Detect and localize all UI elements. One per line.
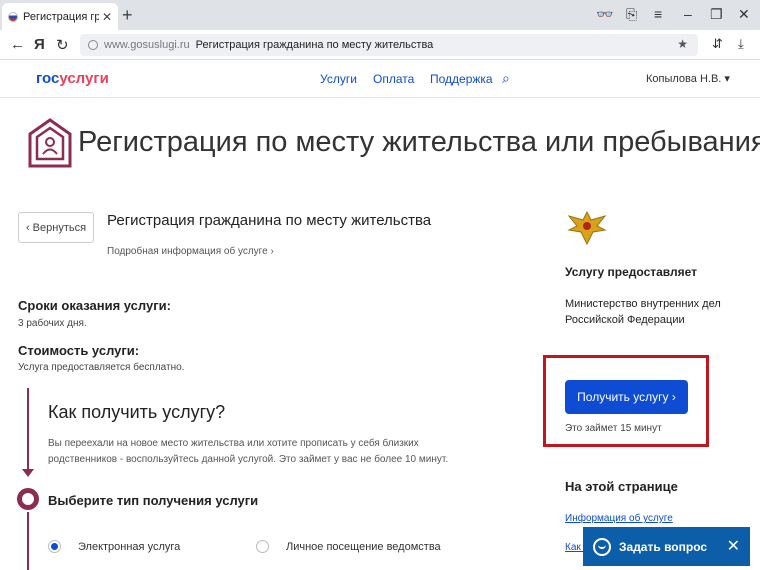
page-title: Регистрация по месту жительства или преб… [78, 126, 760, 158]
search-icon[interactable]: ⌕ [502, 70, 510, 87]
new-tab-icon[interactable]: + [122, 5, 133, 26]
url-title: Регистрация гражданина по месту жительст… [195, 39, 434, 51]
radio-electronic-label[interactable]: Электронная услуга [78, 541, 180, 553]
lock-icon [88, 40, 98, 50]
address-bar-row: ← Я ↻ www.gosuslugi.ru Регистрация гражд… [0, 30, 760, 60]
step-line-lower [27, 512, 29, 570]
choose-type-title: Выберите тип получения услуги [48, 493, 259, 508]
menu-services[interactable]: Услуги [320, 72, 357, 86]
tab-title: Регистрация граждани [23, 10, 99, 23]
url-domain: www.gosuslugi.ru [104, 39, 190, 51]
mvd-eagle-icon [567, 210, 607, 246]
bookmark-icon[interactable]: ★ [677, 37, 688, 51]
ask-close-icon[interactable]: ✕ [727, 536, 740, 556]
translate-icon[interactable]: ⇵ [712, 36, 723, 52]
radio-visit[interactable] [256, 540, 269, 553]
download-icon[interactable]: ⤓ [738, 36, 744, 52]
time-note: Это займет 15 минут [565, 423, 662, 434]
bookmarks-icon[interactable]: ⎘ [626, 6, 637, 23]
user-menu[interactable]: Копылова Н.В. ▾ [646, 72, 730, 85]
logo-part-b: услуги [59, 70, 109, 87]
how-title: Как получить услугу? [48, 402, 226, 422]
step-marker [17, 488, 39, 510]
step-arrow-icon [22, 469, 34, 477]
restore-icon[interactable]: ❐ [710, 6, 723, 23]
chat-smile-icon [593, 537, 611, 556]
radio-visit-label[interactable]: Личное посещение ведомства [286, 541, 441, 553]
service-details-link[interactable]: Подробная информация об услуге › [107, 246, 274, 257]
tab-close-icon[interactable]: ✕ [102, 10, 112, 24]
favicon-icon [8, 11, 18, 22]
how-text: Вы переехали на новое место жительства и… [48, 438, 449, 465]
provider-name: Министерство внутренних дел Российской Ф… [565, 298, 721, 326]
window-close-icon[interactable]: ✕ [738, 6, 750, 23]
terms-value: 3 рабочих дня. [18, 318, 87, 329]
yandex-icon[interactable]: Я [34, 36, 45, 53]
minimize-icon[interactable]: – [684, 6, 692, 22]
browser-tab[interactable]: Регистрация граждани ✕ [2, 3, 118, 30]
menu-payment[interactable]: Оплата [373, 72, 414, 86]
cost-value: Услуга предоставляется бесплатно. [18, 362, 185, 373]
terms-label: Сроки оказания услуги: [18, 298, 171, 313]
gosuslugi-logo[interactable]: госуслуги [36, 70, 109, 87]
glasses-icon[interactable]: 👓 [596, 6, 613, 23]
get-service-button[interactable]: Получить услугу › [565, 380, 688, 414]
radio-electronic[interactable] [48, 540, 61, 553]
ask-question-widget[interactable]: Задать вопрос ✕ [583, 527, 750, 566]
back-button[interactable]: ‹ Вернуться [18, 212, 94, 243]
on-page-label: На этой странице [565, 479, 678, 494]
back-icon[interactable]: ← [10, 36, 25, 53]
cost-label: Стоимость услуги: [18, 343, 140, 358]
logo-part-a: гос [36, 70, 60, 87]
browser-tab-bar: Регистрация граждани ✕ + 👓 ⎘ ≡ – ❐ ✕ [0, 0, 760, 30]
house-emblem-icon [28, 118, 72, 168]
menu-icon[interactable]: ≡ [654, 6, 662, 22]
reload-icon[interactable]: ↻ [56, 36, 69, 54]
site-header: госуслуги Услуги Оплата Поддержка ⌕ Копы… [0, 60, 760, 98]
link-service-info[interactable]: Информация об услуге [565, 513, 673, 524]
menu-support[interactable]: Поддержка [430, 72, 493, 86]
step-line [27, 388, 29, 472]
service-title: Регистрация гражданина по месту жительст… [107, 212, 432, 229]
ask-question-label: Задать вопрос [619, 539, 708, 554]
url-field[interactable]: www.gosuslugi.ru Регистрация гражданина … [80, 34, 698, 56]
provider-label: Услугу предоставляет [565, 265, 698, 279]
